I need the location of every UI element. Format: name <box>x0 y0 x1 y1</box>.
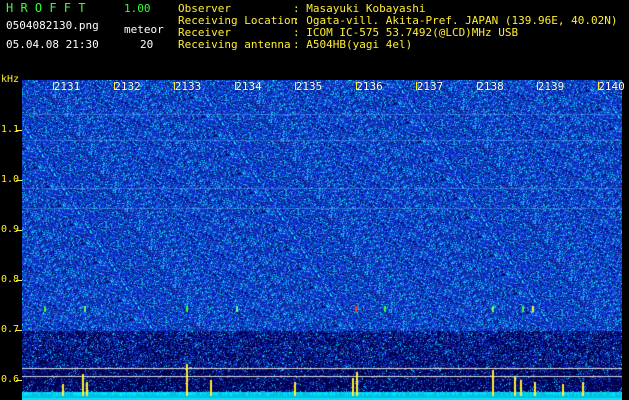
meteor-count: 20 <box>140 38 154 51</box>
minute-tick <box>53 82 54 90</box>
minute-label: 2140 <box>598 80 625 93</box>
frequency-unit: kHz <box>1 74 20 85</box>
minute-label: 2132 <box>114 80 141 93</box>
app-name: H R O F F T <box>6 1 86 15</box>
file-name: 0504082130.png <box>6 19 99 32</box>
app-version: 1.00 <box>124 2 151 15</box>
header: H R O F F T 1.00 0504082130.png meteor 0… <box>0 0 629 62</box>
minute-label: 2136 <box>356 80 383 93</box>
minute-label: 2135 <box>295 80 323 93</box>
antenna-label: Receiving antenna <box>178 38 291 51</box>
minute-tick <box>355 82 357 90</box>
meteor-label: meteor <box>124 23 164 36</box>
minute-tick <box>537 82 538 90</box>
minute-label: 2133 <box>174 80 202 93</box>
minute-tick <box>174 82 175 90</box>
minute-label: 2131 <box>53 80 81 93</box>
minute-tick <box>416 82 417 90</box>
minute-tick <box>476 82 478 90</box>
minute-tick <box>597 82 599 90</box>
minute-tick <box>113 82 115 90</box>
spectrogram <box>22 80 622 400</box>
minute-label: 2137 <box>416 80 444 93</box>
minute-label: 2138 <box>477 80 504 93</box>
minute-tick <box>295 82 296 90</box>
file-datetime: 05.04.08 21:30 <box>6 38 99 51</box>
minute-label: 2139 <box>537 80 565 93</box>
minute-tick <box>234 82 236 90</box>
minute-label: 2134 <box>235 80 262 93</box>
antenna-value: : A504HB(yagi 4el) <box>293 38 413 51</box>
